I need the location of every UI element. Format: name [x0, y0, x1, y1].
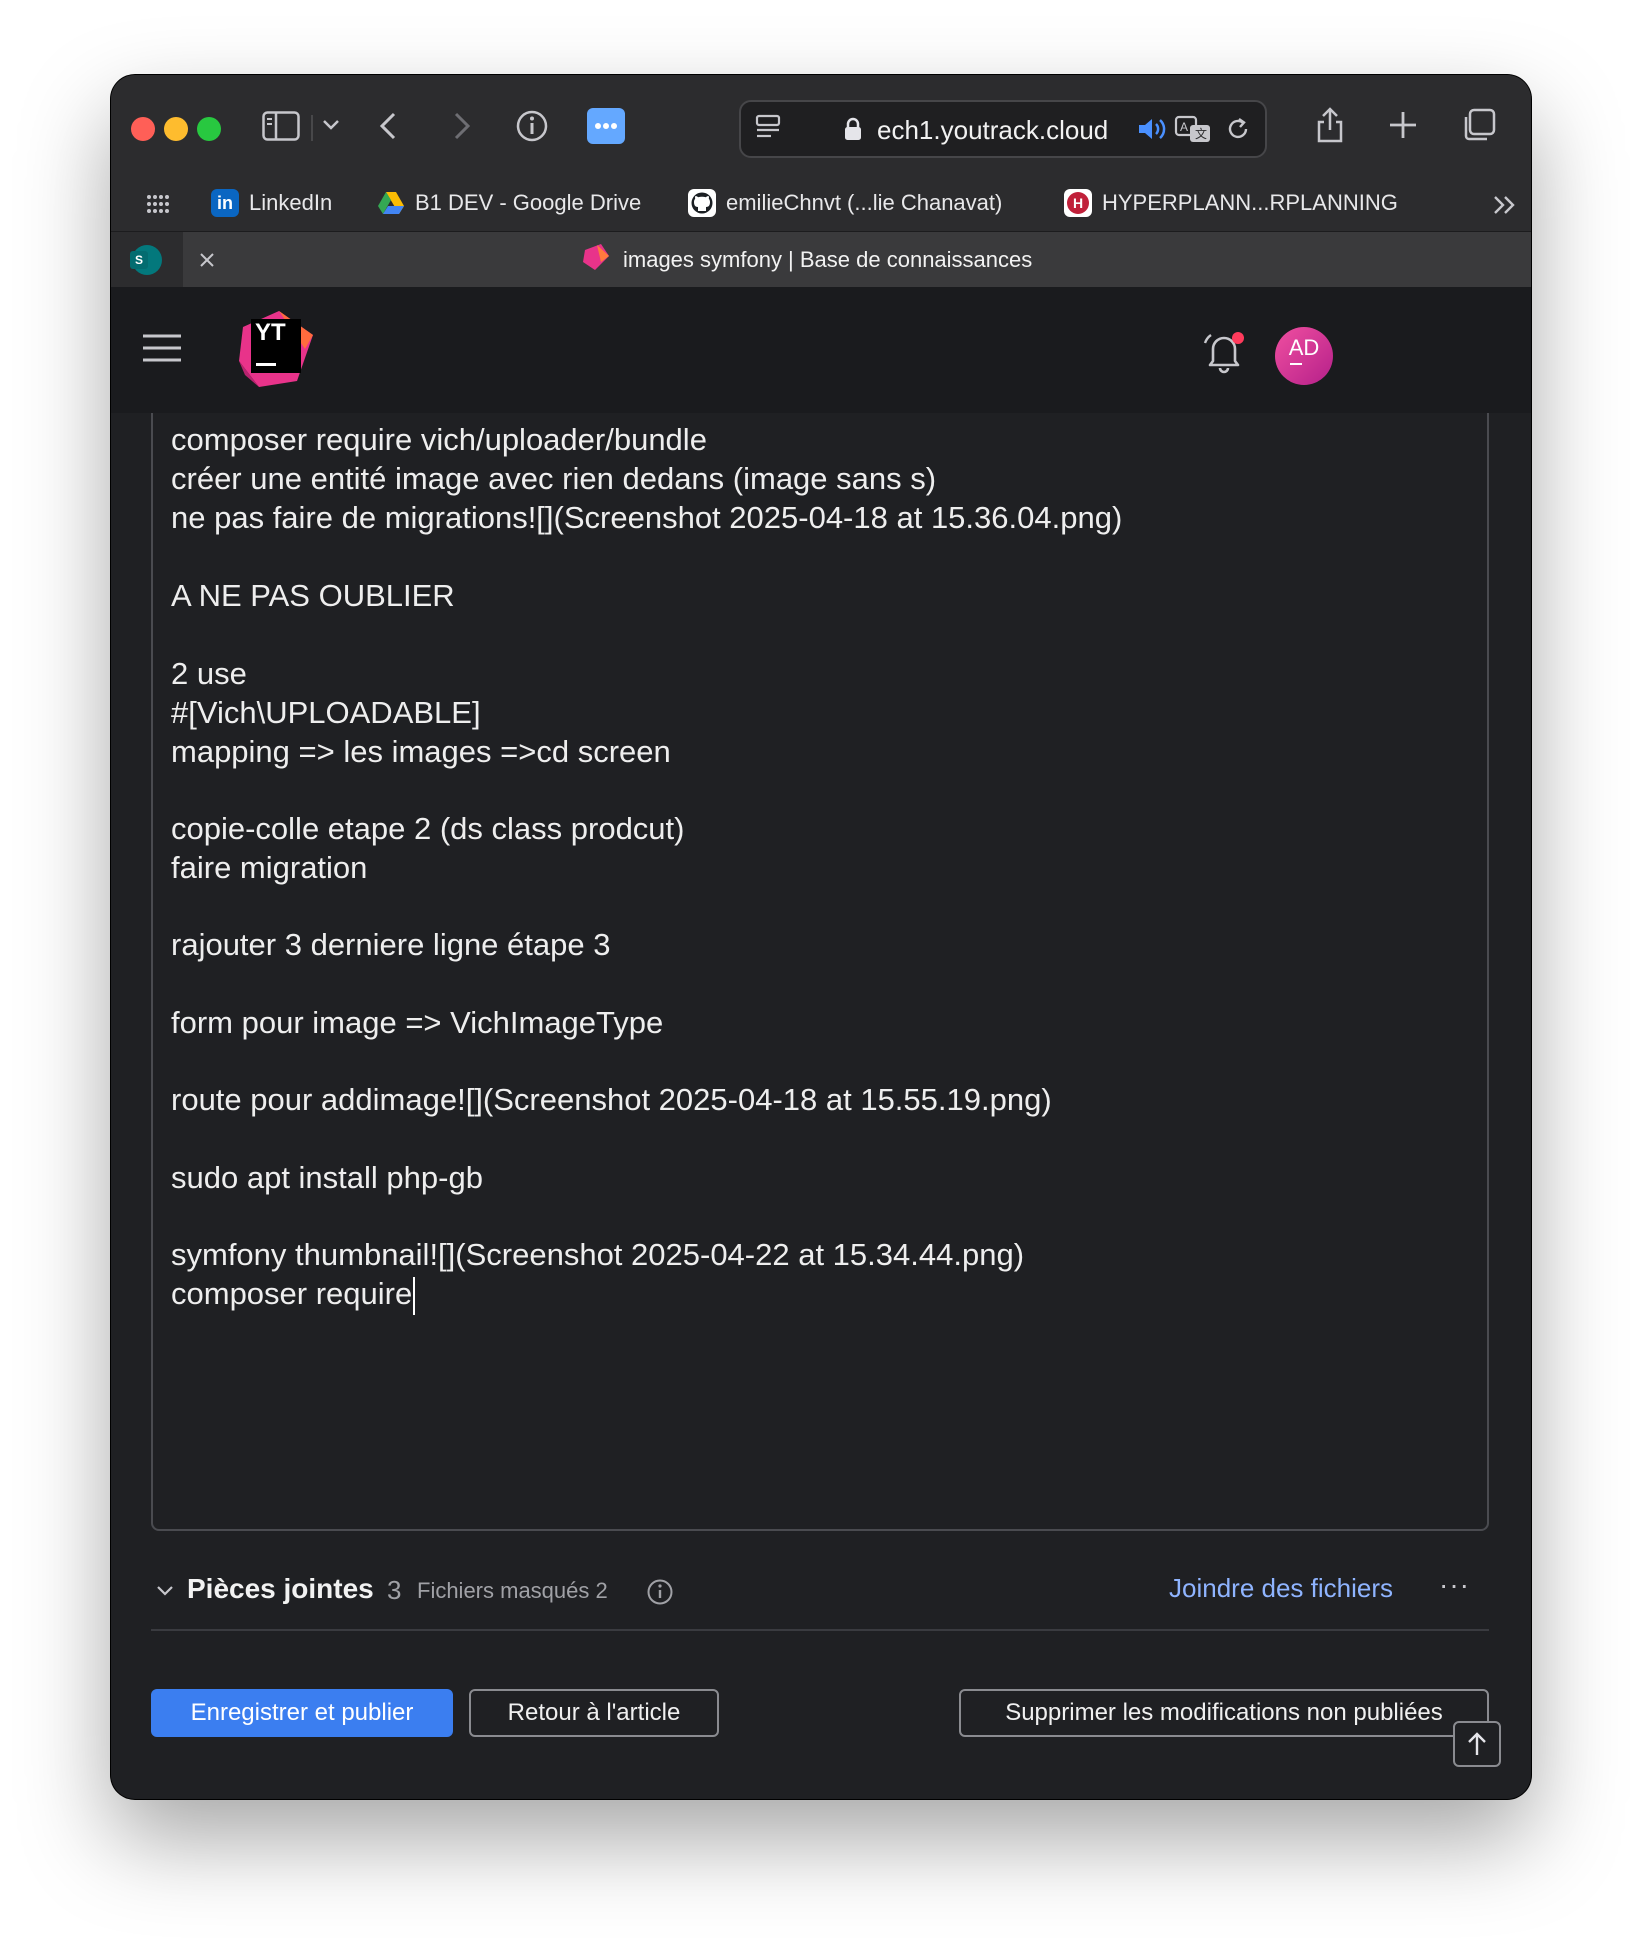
svg-text:文: 文	[1195, 126, 1207, 141]
avatar[interactable]: AD	[1275, 327, 1333, 385]
scroll-to-top-button[interactable]	[1453, 1721, 1501, 1767]
editor-line: form pour image => VichImageType	[171, 1005, 664, 1040]
editor-line: ne pas faire de migrations![](Screenshot…	[171, 500, 1123, 535]
google-drive-icon	[377, 189, 405, 217]
editor-line-text: composer require	[171, 1276, 413, 1311]
pinned-tab-letter: S	[130, 251, 148, 269]
speaker-icon[interactable]	[1135, 114, 1169, 144]
chevron-down-icon[interactable]	[319, 113, 343, 137]
editor-line: sudo apt install php-gb	[171, 1160, 483, 1195]
tab-title-label: images symfony | Base de connaissances	[623, 247, 1033, 272]
reload-icon[interactable]	[1223, 114, 1253, 144]
address-bar[interactable]: ech1.youtrack.cloud A文	[739, 100, 1267, 158]
attachments-count: 3	[387, 1575, 402, 1605]
editor-line: route pour addimage![](Screenshot 2025-0…	[171, 1082, 1052, 1117]
editor-line: 2 use	[171, 656, 247, 691]
youtrack-header: YT AD	[111, 287, 1531, 413]
reader-view-icon[interactable]	[753, 112, 783, 142]
editor-line: rajouter 3 derniere ligne étape 3	[171, 927, 611, 962]
editor-line: A NE PAS OUBLIER	[171, 578, 455, 613]
save-publish-button[interactable]: Enregistrer et publier	[151, 1689, 453, 1737]
notifications-bell-icon[interactable]	[1201, 329, 1251, 375]
logo-text: YT	[255, 319, 286, 346]
sharepoint-icon: S	[130, 245, 162, 275]
bookmark-linkedin[interactable]: in LinkedIn	[211, 185, 332, 221]
close-window-button[interactable]	[131, 117, 155, 141]
toolbar-divider	[311, 115, 313, 141]
attachments-section: Pièces jointes 3 Fichiers masqués 2 Join…	[151, 1567, 1489, 1617]
svg-text:A: A	[1180, 120, 1188, 134]
more-options-button[interactable]: ···	[1439, 1569, 1470, 1601]
bookmark-label: HYPERPLANN...RPLANNING	[1102, 190, 1398, 215]
editor-line-last: composer require	[171, 1274, 416, 1315]
zoom-window-button[interactable]	[197, 117, 221, 141]
bookmark-google-drive[interactable]: B1 DEV - Google Drive	[377, 185, 641, 221]
editor-line: mapping => les images =>cd screen	[171, 734, 671, 769]
editor-line: créer une entité image avec rien dedans …	[171, 461, 937, 496]
lock-icon	[841, 115, 865, 143]
attach-files-link[interactable]: Joindre des fichiers	[1169, 1573, 1393, 1604]
attachments-title[interactable]: Pièces jointes	[187, 1573, 374, 1605]
back-arrow-icon[interactable]	[373, 109, 403, 143]
avatar-initials: AD	[1288, 335, 1320, 360]
active-tab[interactable]: images symfony | Base de connaissances	[581, 242, 1032, 278]
editor-line: faire migration	[171, 850, 368, 885]
hyperplanning-icon: H	[1064, 189, 1092, 217]
bookmark-github[interactable]: emilieChnvt (...lie Chanavat)	[688, 185, 1002, 221]
tab-bar: S images symfony | Base de connaissances	[111, 231, 1531, 289]
tab-overview-icon[interactable]	[1461, 107, 1497, 143]
info-icon[interactable]	[645, 1577, 675, 1607]
bookmarks-bar: in LinkedIn B1 DEV - Google Drive emilie…	[111, 175, 1531, 231]
editor-line: symfony thumbnail![](Screenshot 2025-04-…	[171, 1237, 1025, 1272]
share-icon[interactable]	[1313, 103, 1347, 145]
text-caret	[413, 1276, 416, 1315]
github-icon	[688, 189, 716, 217]
pinned-tab[interactable]: S	[111, 232, 183, 288]
youtrack-logo[interactable]: YT	[235, 305, 319, 389]
extension-icon[interactable]	[587, 108, 625, 144]
youtrack-favicon	[581, 242, 611, 278]
editor-line: #[Vich\UPLOADABLE]	[171, 695, 481, 730]
linkedin-icon: in	[211, 189, 239, 217]
more-bookmarks-icon[interactable]	[1491, 193, 1519, 217]
divider	[151, 1629, 1489, 1631]
info-icon[interactable]	[515, 109, 549, 143]
minimize-window-button[interactable]	[164, 117, 188, 141]
back-to-article-button[interactable]: Retour à l'article	[469, 1689, 719, 1737]
new-tab-icon[interactable]	[1387, 109, 1419, 141]
close-tab-icon[interactable]	[195, 248, 219, 272]
browser-window: ech1.youtrack.cloud A文 in LinkedIn B1 DE…	[111, 75, 1531, 1799]
bookmark-hyperplanning[interactable]: H HYPERPLANN...RPLANNING	[1064, 185, 1398, 221]
editor-line: copie-colle etape 2 (ds class prodcut)	[171, 811, 685, 846]
arrow-up-icon	[1468, 1732, 1486, 1755]
hamburger-menu-icon[interactable]	[141, 331, 183, 365]
bookmark-label: emilieChnvt (...lie Chanavat)	[726, 190, 1003, 215]
translate-icon[interactable]: A文	[1173, 113, 1213, 145]
forward-arrow-icon[interactable]	[447, 109, 477, 143]
hidden-files-label: Fichiers masqués 2	[417, 1578, 608, 1603]
editor-line: composer require vich/uploader/bundle	[171, 422, 707, 457]
article-editor[interactable]: composer require vich/uploader/bundle cr…	[151, 413, 1489, 1531]
discard-changes-button[interactable]: Supprimer les modifications non publiées	[959, 1689, 1489, 1737]
browser-toolbar: ech1.youtrack.cloud A文	[111, 75, 1531, 175]
bookmark-label: LinkedIn	[249, 190, 333, 215]
chevron-down-icon[interactable]	[155, 1583, 175, 1599]
apps-grid-icon[interactable]	[145, 191, 171, 217]
bookmark-label: B1 DEV - Google Drive	[415, 190, 642, 215]
sidebar-toggle-icon[interactable]	[261, 109, 301, 143]
url-text: ech1.youtrack.cloud	[877, 115, 1109, 145]
